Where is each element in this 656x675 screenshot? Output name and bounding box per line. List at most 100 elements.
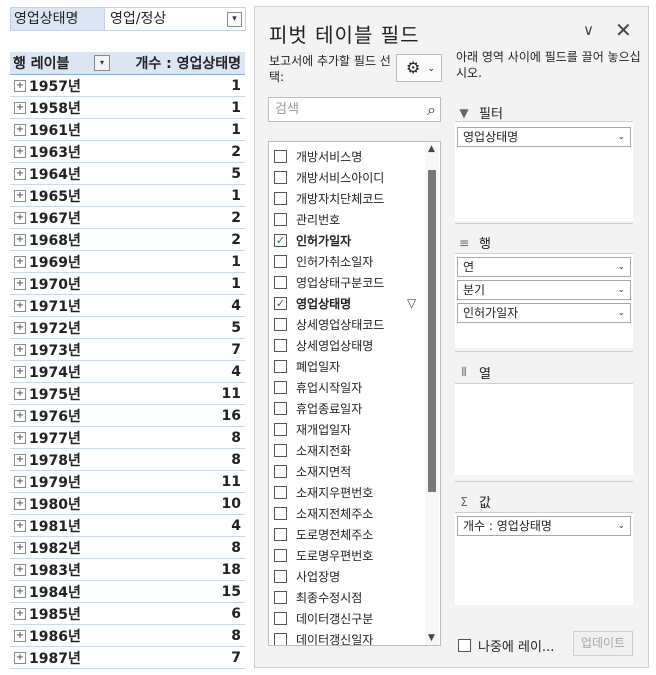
- expand-icon[interactable]: +: [14, 123, 26, 136]
- checkbox[interactable]: [274, 150, 287, 163]
- rows-chip-permit-date[interactable]: 인허가일자 ⌄: [457, 303, 631, 323]
- defer-checkbox-box[interactable]: [458, 639, 471, 652]
- tools-button[interactable]: ⚙ ⌄: [396, 54, 442, 82]
- pivot-row[interactable]: +1968년 2: [10, 229, 245, 251]
- checkbox[interactable]: [274, 423, 287, 436]
- pivot-row[interactable]: +1961년 1: [10, 119, 245, 141]
- pivot-row[interactable]: +1987년 7: [10, 647, 245, 669]
- field-list-item[interactable]: 소재지우편번호: [269, 482, 424, 503]
- expand-icon[interactable]: +: [14, 101, 26, 114]
- pivot-row[interactable]: +1958년 1: [10, 97, 245, 119]
- field-list-scrollbar[interactable]: ▲ ▼: [425, 142, 439, 645]
- checkbox[interactable]: [274, 633, 287, 645]
- pivot-row[interactable]: +1965년 1: [10, 185, 245, 207]
- chevron-down-icon[interactable]: ⌄: [617, 128, 625, 146]
- pivot-row[interactable]: +1976년 16: [10, 405, 245, 427]
- values-area-box[interactable]: 개수 : 영업상태명 ⌄: [455, 512, 633, 605]
- checkbox[interactable]: [274, 360, 287, 373]
- field-list-item[interactable]: 도로명전체주소: [269, 524, 424, 545]
- checkbox[interactable]: [274, 213, 287, 226]
- field-list-item[interactable]: 데이터갱신구분: [269, 608, 424, 629]
- expand-icon[interactable]: +: [14, 563, 26, 576]
- checkbox[interactable]: [274, 318, 287, 331]
- expand-icon[interactable]: +: [14, 211, 26, 224]
- field-list-item[interactable]: 상세영업상태코드: [269, 314, 424, 335]
- pivot-row[interactable]: +1957년 1: [10, 75, 245, 97]
- field-list-item[interactable]: 재개업일자: [269, 419, 424, 440]
- field-list-item[interactable]: 인허가취소일자: [269, 251, 424, 272]
- expand-icon[interactable]: +: [14, 79, 26, 92]
- chevron-down-icon[interactable]: ⌄: [617, 281, 625, 299]
- field-list-item[interactable]: 개방서비스명: [269, 146, 424, 167]
- expand-icon[interactable]: +: [14, 189, 26, 202]
- checkbox[interactable]: [274, 570, 287, 583]
- filters-chip[interactable]: 영업상태명 ⌄: [457, 127, 631, 147]
- columns-area-box[interactable]: [455, 383, 633, 475]
- pivot-row[interactable]: +1974년 4: [10, 361, 245, 383]
- rows-chip-quarter[interactable]: 분기 ⌄: [457, 280, 631, 300]
- close-icon[interactable]: ✕: [615, 18, 632, 42]
- expand-icon[interactable]: +: [14, 277, 26, 290]
- expand-icon[interactable]: +: [14, 233, 26, 246]
- checkbox[interactable]: [274, 507, 287, 520]
- pivot-row[interactable]: +1982년 8: [10, 537, 245, 559]
- expand-icon[interactable]: +: [14, 497, 26, 510]
- values-chip[interactable]: 개수 : 영업상태명 ⌄: [457, 516, 631, 536]
- scroll-up-icon[interactable]: ▲: [428, 144, 435, 154]
- field-list-item[interactable]: 소재지면적: [269, 461, 424, 482]
- row-labels-dropdown-icon[interactable]: ▾: [94, 55, 110, 71]
- rows-area-box[interactable]: 연 ⌄ 분기 ⌄ 인허가일자 ⌄: [455, 253, 633, 348]
- field-list-item[interactable]: 사업장명: [269, 566, 424, 587]
- checkbox[interactable]: [274, 465, 287, 478]
- checked-checkbox[interactable]: ✓: [274, 297, 287, 310]
- search-input[interactable]: 검색 ⌕: [268, 97, 441, 122]
- chevron-down-icon[interactable]: ⌄: [617, 304, 625, 322]
- pivot-row[interactable]: +1969년 1: [10, 251, 245, 273]
- expand-icon[interactable]: +: [14, 453, 26, 466]
- field-list-item[interactable]: 휴업시작일자: [269, 377, 424, 398]
- defer-update-checkbox[interactable]: 나중에 레이...: [458, 636, 554, 655]
- pivot-row[interactable]: +1980년 10: [10, 493, 245, 515]
- expand-icon[interactable]: +: [14, 541, 26, 554]
- expand-icon[interactable]: +: [14, 145, 26, 158]
- checkbox[interactable]: [274, 444, 287, 457]
- pivot-row[interactable]: +1967년 2: [10, 207, 245, 229]
- checkbox[interactable]: [274, 591, 287, 604]
- expand-icon[interactable]: +: [14, 387, 26, 400]
- expand-icon[interactable]: +: [14, 365, 26, 378]
- expand-icon[interactable]: +: [14, 519, 26, 532]
- checkbox[interactable]: [274, 528, 287, 541]
- field-list-item[interactable]: 영업상태구분코드: [269, 272, 424, 293]
- expand-icon[interactable]: +: [14, 321, 26, 334]
- field-list-item[interactable]: 데이터갱신일자: [269, 629, 424, 645]
- field-list-item[interactable]: 개방자치단체코드: [269, 188, 424, 209]
- expand-icon[interactable]: +: [14, 585, 26, 598]
- checkbox[interactable]: [274, 612, 287, 625]
- pivot-row[interactable]: +1972년 5: [10, 317, 245, 339]
- expand-icon[interactable]: +: [14, 607, 26, 620]
- pivot-row[interactable]: +1973년 7: [10, 339, 245, 361]
- field-list-item[interactable]: 소재지전체주소: [269, 503, 424, 524]
- checkbox[interactable]: [274, 381, 287, 394]
- checkbox[interactable]: [274, 339, 287, 352]
- checkbox[interactable]: [274, 549, 287, 562]
- pivot-row[interactable]: +1963년 2: [10, 141, 245, 163]
- filters-area-box[interactable]: 영업상태명 ⌄: [455, 121, 633, 221]
- expand-icon[interactable]: +: [14, 629, 26, 642]
- pivot-row[interactable]: +1983년 18: [10, 559, 245, 581]
- field-list-item[interactable]: 소재지전화: [269, 440, 424, 461]
- pivot-row[interactable]: +1979년 11: [10, 471, 245, 493]
- scroll-down-icon[interactable]: ▼: [428, 633, 435, 643]
- checkbox[interactable]: [274, 255, 287, 268]
- field-list-item[interactable]: ✓ 인허가일자: [269, 230, 424, 251]
- filter-dropdown-icon[interactable]: ▾: [227, 12, 242, 27]
- pivot-row[interactable]: +1970년 1: [10, 273, 245, 295]
- field-list-item[interactable]: 관리번호: [269, 209, 424, 230]
- expand-icon[interactable]: +: [14, 343, 26, 356]
- expand-icon[interactable]: +: [14, 475, 26, 488]
- expand-icon[interactable]: +: [14, 167, 26, 180]
- pivot-row[interactable]: +1971년 4: [10, 295, 245, 317]
- pivot-row[interactable]: +1975년 11: [10, 383, 245, 405]
- update-button[interactable]: 업데이트: [573, 631, 633, 656]
- pivot-row[interactable]: +1977년 8: [10, 427, 245, 449]
